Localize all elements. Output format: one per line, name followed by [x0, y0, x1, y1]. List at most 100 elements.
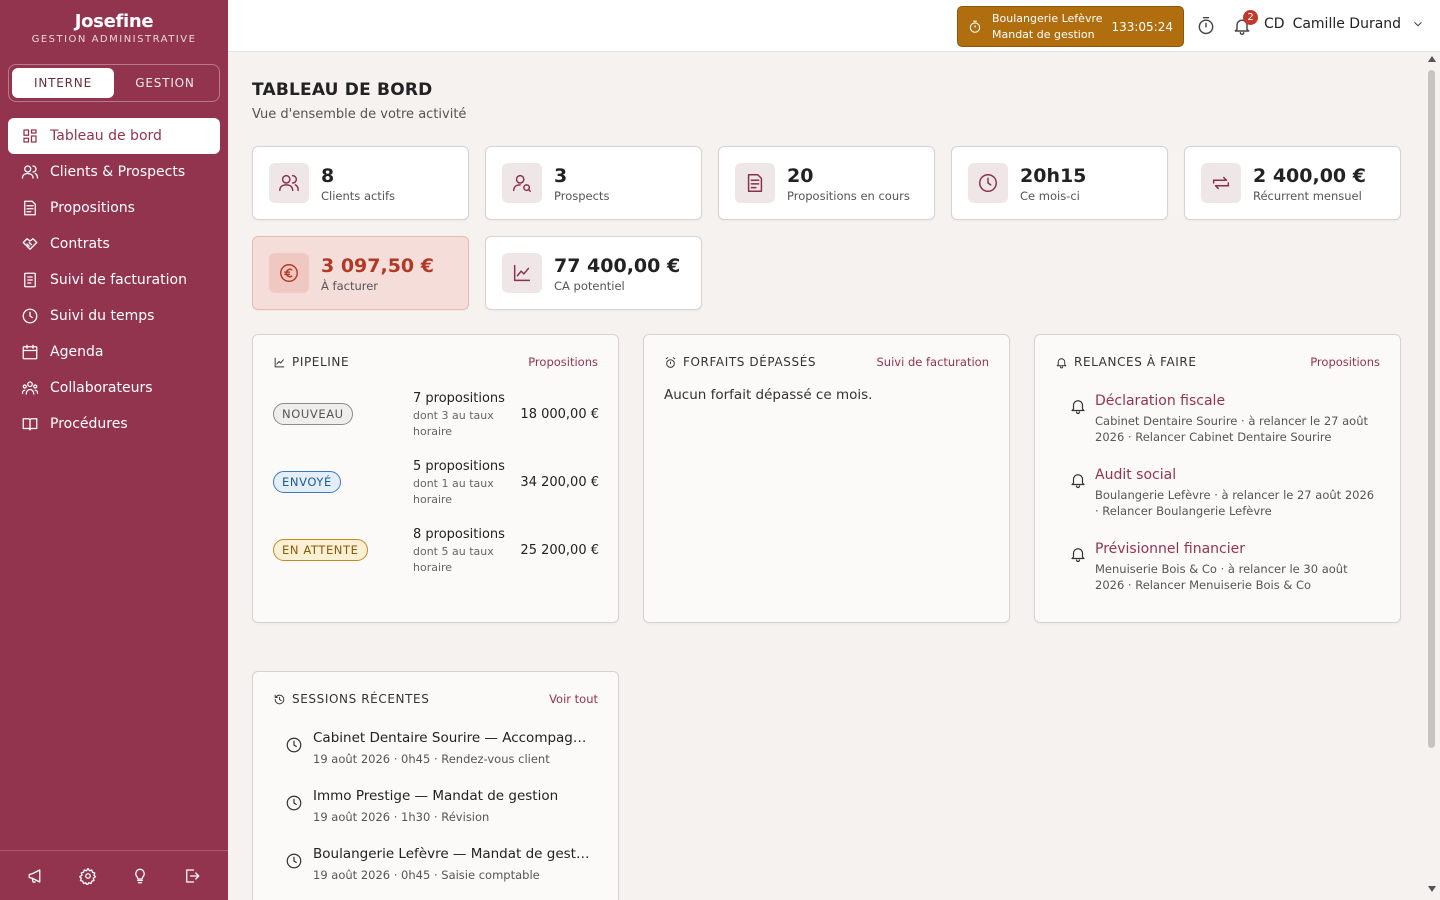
users-icon: [269, 163, 309, 203]
sidebar-item-label: Propositions: [50, 200, 135, 216]
scroll-down-icon[interactable]: [1428, 886, 1436, 892]
document-icon: [20, 198, 40, 218]
sessions-panel: SESSIONS RÉCENTES Voir tout Cabinet Dent…: [252, 671, 619, 900]
chart-line-icon: [274, 357, 285, 367]
relance-title[interactable]: Déclaration fiscale: [1095, 393, 1225, 409]
stat-card-prospects[interactable]: 3 Prospects: [485, 146, 702, 220]
relance-title[interactable]: Audit social: [1095, 467, 1176, 483]
mode-gestion-button[interactable]: GESTION: [114, 68, 216, 98]
pipeline-count: 8 propositions: [413, 527, 505, 542]
scroll-thumb[interactable]: [1428, 70, 1435, 748]
empty-message: Aucun forfait dépassé ce mois.: [664, 387, 873, 403]
brand-name: Josefine: [74, 11, 154, 32]
gear-icon[interactable]: [77, 865, 99, 887]
clock-icon: [285, 852, 303, 870]
team-icon: [20, 378, 40, 398]
stat-label: Clients actifs: [321, 188, 396, 203]
clock-icon: [968, 163, 1008, 203]
logout-icon[interactable]: [181, 865, 203, 887]
sidebar: Josefine GESTION ADMINISTRATIVE INTERNE …: [0, 0, 228, 900]
status-badge: EN ATTENTE: [273, 539, 368, 561]
list-item[interactable]: Cabinet Dentaire Sourire — Accompagne...…: [273, 730, 599, 774]
sidebar-item-clients[interactable]: Clients & Prospects: [8, 154, 220, 190]
stat-label: Ce mois-ci: [1020, 188, 1080, 203]
sidebar-item-collaborateurs[interactable]: Collaborateurs: [8, 370, 220, 406]
pipeline-row[interactable]: EN ATTENTE 8 propositions dont 5 au taux …: [273, 527, 599, 583]
document-icon: [735, 163, 775, 203]
sessions-link[interactable]: Voir tout: [549, 692, 598, 706]
stat-value: 2 400,00 €: [1253, 164, 1366, 187]
calendar-icon: [20, 342, 40, 362]
session-meta: 19 août 2026 · 0h45 · Saisie comptable: [313, 868, 540, 882]
scrollbar[interactable]: [1426, 56, 1438, 896]
sidebar-nav: Tableau de bord Clients & Prospects Prop…: [8, 118, 220, 442]
stat-value: 20h15: [1020, 164, 1087, 187]
sidebar-item-label: Suivi de facturation: [50, 272, 187, 288]
session-meta: 19 août 2026 · 0h45 · Rendez-vous client: [313, 752, 550, 766]
notification-badge: 2: [1243, 10, 1258, 25]
pipeline-count: 5 propositions: [413, 459, 505, 474]
status-badge: NOUVEAU: [273, 403, 353, 425]
sidebar-item-label: Suivi du temps: [50, 308, 155, 324]
sidebar-item-procedures[interactable]: Procédures: [8, 406, 220, 442]
timer-details: Boulangerie Lefèvre Mandat de gestion: [992, 11, 1111, 43]
stat-card-clients[interactable]: 8 Clients actifs: [252, 146, 469, 220]
sidebar-item-suivi-temps[interactable]: Suivi du temps: [8, 298, 220, 334]
user-name: Camille Durand: [1292, 16, 1402, 32]
stat-card-ca-potentiel[interactable]: 77 400,00 € CA potentiel: [485, 236, 702, 310]
timer-elapsed: 133:05:24: [1111, 19, 1173, 34]
sidebar-item-agenda[interactable]: Agenda: [8, 334, 220, 370]
stat-value: 3 097,50 €: [321, 254, 434, 277]
user-search-icon: [502, 163, 542, 203]
relances-panel: RELANCES À FAIRE Propositions Déclaratio…: [1034, 334, 1401, 623]
sidebar-item-label: Tableau de bord: [50, 128, 162, 144]
sidebar-item-contrats[interactable]: Contrats: [8, 226, 220, 262]
forfaits-link[interactable]: Suivi de facturation: [877, 355, 990, 369]
lightbulb-icon[interactable]: [129, 865, 151, 887]
stat-card-recurrent[interactable]: 2 400,00 € Récurrent mensuel: [1184, 146, 1401, 220]
stat-card-propositions[interactable]: 20 Propositions en cours: [718, 146, 935, 220]
sidebar-item-facturation[interactable]: Suivi de facturation: [8, 262, 220, 298]
pipeline-note: dont 3 au taux horaire: [413, 409, 494, 438]
session-title: Cabinet Dentaire Sourire — Accompagne...: [313, 730, 593, 746]
pipeline-row[interactable]: NOUVEAU 7 propositions dont 3 au taux hor…: [273, 391, 599, 447]
page-subtitle: Vue d'ensemble de votre activité: [252, 107, 467, 122]
relance-meta: Cabinet Dentaire Sourire · à relancer le…: [1095, 414, 1369, 444]
pipeline-count: 7 propositions: [413, 391, 505, 406]
stopwatch-button-icon[interactable]: [1194, 14, 1218, 38]
stat-label: Récurrent mensuel: [1253, 188, 1362, 203]
pipeline-row[interactable]: ENVOYÉ 5 propositions dont 1 au taux hora…: [273, 459, 599, 515]
stat-card-a-facturer[interactable]: 3 097,50 € À facturer: [252, 236, 469, 310]
user-menu[interactable]: CD Camille Durand: [1264, 16, 1425, 32]
sidebar-item-propositions[interactable]: Propositions: [8, 190, 220, 226]
list-item[interactable]: Immo Prestige — Mandat de gestion 19 aoû…: [273, 788, 599, 832]
bell-icon: [1056, 357, 1067, 368]
pipeline-link[interactable]: Propositions: [528, 355, 598, 369]
brand[interactable]: Josefine GESTION ADMINISTRATIVE: [0, 0, 228, 45]
stat-label: Prospects: [554, 188, 610, 203]
status-badge: ENVOYÉ: [273, 471, 341, 493]
sidebar-item-label: Procédures: [50, 416, 128, 432]
mode-interne-button[interactable]: INTERNE: [12, 68, 114, 98]
topbar: Boulangerie Lefèvre Mandat de gestion 13…: [228, 0, 1440, 52]
stat-label: CA potentiel: [554, 278, 625, 293]
pipeline-panel: PIPELINE Propositions NOUVEAU 7 proposit…: [252, 334, 619, 623]
session-title: Boulangerie Lefèvre — Mandat de gestion: [313, 846, 593, 862]
megaphone-icon[interactable]: [25, 865, 47, 887]
clock-icon: [20, 306, 40, 326]
relance-title[interactable]: Prévisionnel financier: [1095, 541, 1245, 557]
scroll-up-icon[interactable]: [1428, 56, 1436, 62]
avatar: CD: [1264, 16, 1285, 32]
sidebar-item-tableau-de-bord[interactable]: Tableau de bord: [8, 118, 220, 154]
stat-label: À facturer: [321, 278, 379, 293]
euro-icon: [269, 253, 309, 293]
panel-title: PIPELINE: [273, 355, 349, 369]
list-item[interactable]: Boulangerie Lefèvre — Mandat de gestion …: [273, 846, 599, 890]
active-timer[interactable]: Boulangerie Lefèvre Mandat de gestion 13…: [957, 6, 1184, 47]
stopwatch-icon: [969, 20, 981, 33]
invoice-icon: [20, 270, 40, 290]
pipeline-note: dont 1 au taux horaire: [413, 477, 494, 506]
sidebar-footer: [0, 850, 228, 900]
relances-link[interactable]: Propositions: [1310, 355, 1380, 369]
stat-card-temps[interactable]: 20h15 Ce mois-ci: [951, 146, 1168, 220]
